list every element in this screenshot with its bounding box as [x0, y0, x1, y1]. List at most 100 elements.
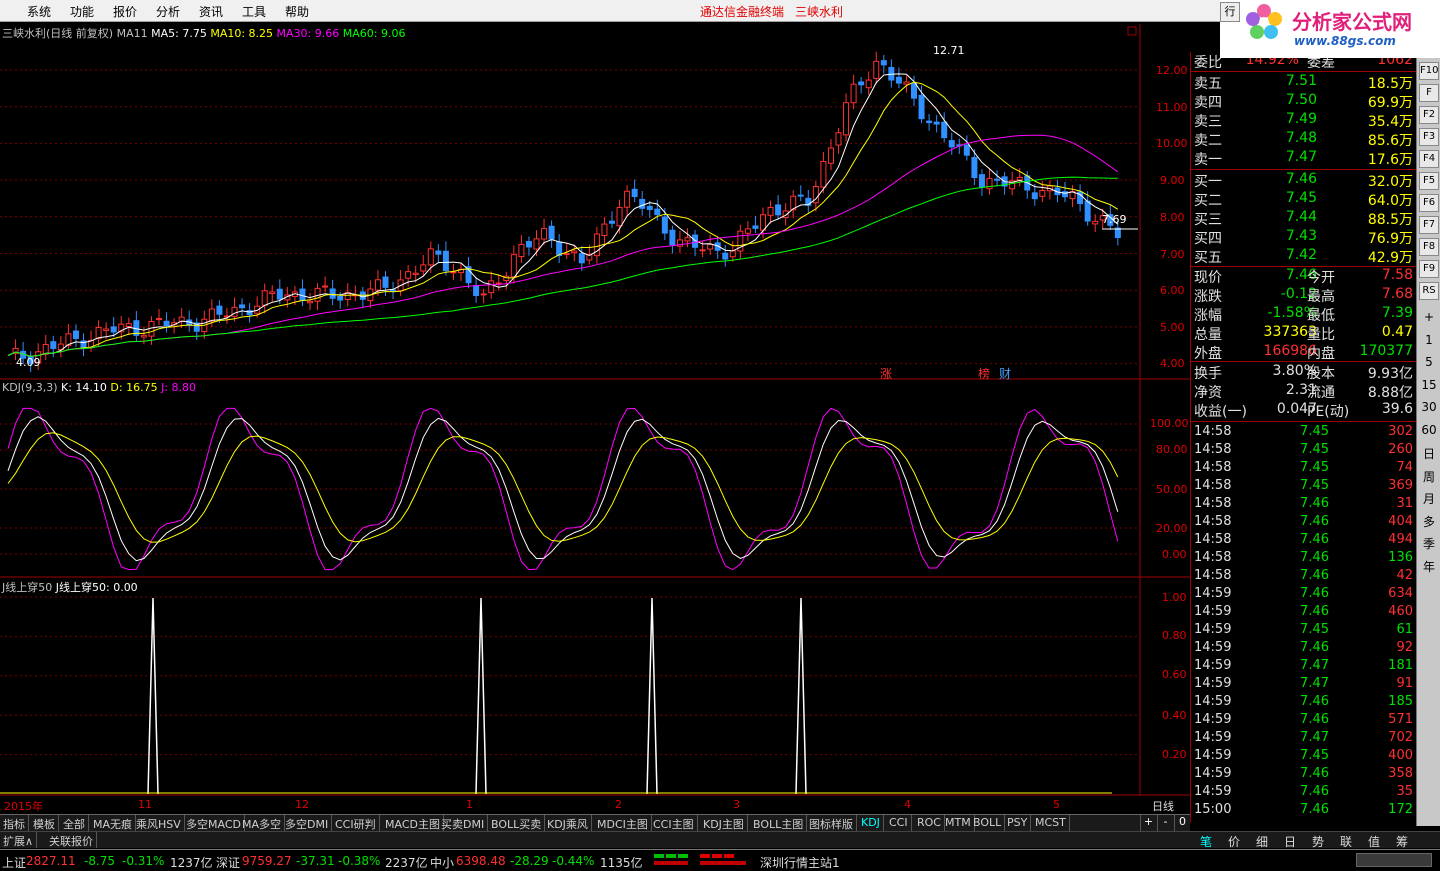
sz-label[interactable]: 深证	[216, 854, 240, 871]
zoom-button[interactable]: 0	[1174, 815, 1190, 831]
indicator-tab[interactable]: MACD主图	[382, 815, 444, 831]
quote-tab[interactable]: 筹	[1388, 833, 1416, 850]
toolbar-button[interactable]: F	[1419, 84, 1439, 102]
chart-area[interactable]: 三峡水利(日线 前复权) MA11 MA5: 7.75 MA10: 8.25 M…	[0, 24, 1190, 814]
indicator-tab[interactable]: 多空MACD	[183, 815, 245, 831]
toolbar-button[interactable]: 日	[1419, 445, 1439, 467]
toolbar-button[interactable]: F10	[1419, 62, 1439, 80]
tick-row: 14:58 7.46 494	[1191, 532, 1417, 551]
tick-row: 14:59 7.47 702	[1191, 730, 1417, 749]
panel-maximize-icon	[1127, 26, 1137, 36]
indicator-tab[interactable]: 买卖DMI	[438, 815, 489, 831]
indicator-tab[interactable]: 多空DMI	[282, 815, 333, 831]
menu-info[interactable]: 资讯	[199, 3, 223, 20]
menu-function[interactable]: 功能	[70, 3, 94, 20]
toolbar-button[interactable]: 年	[1419, 558, 1439, 580]
xaxis-label: 4	[904, 798, 911, 811]
quote-tab[interactable]: 势	[1304, 833, 1332, 850]
toolbar-button[interactable]: 周	[1419, 468, 1439, 490]
ytick-jcross: 1.00	[1162, 591, 1187, 604]
indicator-tab[interactable]: MA无痕	[90, 815, 137, 831]
indicator-tab[interactable]: 图标样版	[806, 815, 857, 831]
indicator-tab[interactable]: MA多空	[239, 815, 286, 831]
quote-tab[interactable]: 细	[1248, 833, 1276, 850]
indicator-tab[interactable]: KDJ主图	[700, 815, 748, 831]
toolbar-button[interactable]: F4	[1419, 150, 1439, 168]
toolbar-button[interactable]: 1	[1419, 333, 1439, 355]
indicator-tab[interactable]: CCI	[886, 815, 912, 831]
tab-related-quote[interactable]: 关联报价	[46, 832, 97, 848]
toolbar-button[interactable]: RS	[1419, 282, 1439, 300]
toolbar-button[interactable]: +	[1419, 310, 1439, 332]
indicator-tab[interactable]: 模板	[30, 815, 59, 831]
marker-bang[interactable]: 榜	[978, 365, 990, 382]
quote-tab[interactable]: 日	[1276, 833, 1304, 850]
kline-chart-svg[interactable]	[0, 24, 1190, 796]
tab-expand[interactable]: 扩展∧	[0, 832, 38, 848]
indicator-tab[interactable]: MCST	[1032, 815, 1070, 831]
quote-tab[interactable]: 联	[1332, 833, 1360, 850]
zoom-button[interactable]: -	[1157, 815, 1173, 831]
stat-value: 7.58	[1381, 267, 1413, 283]
menu-tools[interactable]: 工具	[242, 3, 266, 20]
toolbar-button[interactable]: F3	[1419, 128, 1439, 146]
menu-analysis[interactable]: 分析	[156, 3, 180, 20]
toolbar-button[interactable]: 15	[1419, 378, 1439, 400]
indicator-tab[interactable]: BOLL主图	[750, 815, 808, 831]
toolbar-button[interactable]: F7	[1419, 216, 1439, 234]
indicator-tab[interactable]: BOLL	[970, 815, 1006, 831]
toolbar-button[interactable]: F2	[1419, 106, 1439, 124]
quote-tab[interactable]: 价	[1220, 833, 1248, 850]
tick-time: 14:58	[1194, 442, 1232, 457]
server-name[interactable]: 深圳行情主站1	[760, 854, 840, 871]
sh-label[interactable]: 上证	[2, 854, 26, 871]
indicator-tab[interactable]: PSY	[1004, 815, 1032, 831]
tick-price: 7.46	[1300, 550, 1329, 565]
period-label[interactable]: 日线	[1152, 798, 1174, 814]
indicator-tab[interactable]: BOLL买卖	[488, 815, 546, 831]
stat-label: 今开	[1307, 270, 1335, 286]
zx-label[interactable]: 中小	[430, 854, 454, 871]
toolbar-button[interactable]: F9	[1419, 260, 1439, 278]
indicator-tab[interactable]: 乘风HSV	[133, 815, 185, 831]
marker-zhang[interactable]: 涨	[880, 365, 892, 382]
sell-volume: 35.4万	[1367, 114, 1413, 130]
logo-tab[interactable]: 行	[1220, 2, 1240, 22]
tick-price: 7.47	[1300, 730, 1329, 745]
toolbar-button[interactable]: F8	[1419, 238, 1439, 256]
toolbar-button[interactable]: 季	[1419, 535, 1439, 557]
tick-time: 15:00	[1194, 802, 1232, 817]
indicator-tab[interactable]: CCI研判	[332, 815, 380, 831]
indicator-tab[interactable]: CCI主图	[650, 815, 698, 831]
marker-cai[interactable]: 财	[999, 365, 1011, 382]
quote-separator	[1191, 421, 1417, 422]
menu-quote[interactable]: 报价	[113, 3, 137, 20]
indicator-tab[interactable]: ROC	[914, 815, 945, 831]
candle-body	[971, 156, 978, 179]
indicator-tab[interactable]: MDCI主图	[594, 815, 652, 831]
menu-help[interactable]: 帮助	[285, 3, 309, 20]
fund-label: 收益(一)	[1194, 404, 1247, 420]
indicator-tab[interactable]: KDJ	[858, 815, 884, 831]
xaxis-label: 3	[733, 798, 740, 811]
toolbar-button[interactable]: 60	[1419, 423, 1439, 445]
toolbar-button[interactable]: F6	[1419, 194, 1439, 212]
sell-price: 7.47	[1285, 149, 1317, 165]
quote-tab[interactable]: 笔	[1192, 833, 1220, 850]
toolbar-button[interactable]: 多	[1419, 513, 1439, 535]
menu-system[interactable]: 系统	[27, 3, 51, 20]
indicator-tab[interactable]: 全部	[60, 815, 89, 831]
brand-url[interactable]: www.88gs.com	[1294, 34, 1396, 48]
quote-tab[interactable]: 值	[1360, 833, 1388, 850]
buy-price: 7.46	[1285, 171, 1317, 187]
toolbar-button[interactable]: 30	[1419, 400, 1439, 422]
toolbar-button[interactable]: F5	[1419, 172, 1439, 190]
candle-body	[639, 198, 646, 209]
zoom-button[interactable]: +	[1140, 815, 1156, 831]
candle-body	[654, 208, 661, 216]
toolbar-button[interactable]: 5	[1419, 355, 1439, 377]
toolbar-button[interactable]: 月	[1419, 490, 1439, 512]
indicator-tab[interactable]: 指标	[0, 815, 29, 831]
stat-value: 170377	[1359, 343, 1413, 359]
indicator-tab[interactable]: KDJ乘风	[544, 815, 592, 831]
